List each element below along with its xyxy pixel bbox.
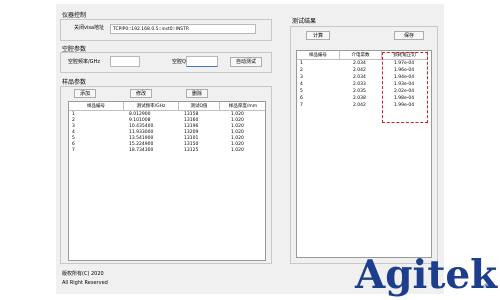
registered-mark: ® [483, 283, 489, 290]
rights-text: All Right Reserved [62, 280, 108, 286]
result-permittivity-cell: 2.042 [353, 103, 366, 108]
instrument-group-title: 仪器控制 [62, 12, 87, 19]
result-permittivity-cell: 2.034 [353, 75, 366, 80]
sample-col-freq: 测试频率/GHz [124, 102, 179, 111]
result-permittivity-cell: 2.033 [353, 82, 366, 87]
close-visa-button[interactable]: 关闭visa地址 [70, 24, 108, 34]
cavity-freq-input[interactable] [110, 56, 140, 67]
result-permittivity-cell: 2.042 [353, 68, 366, 73]
result-permittivity-cell: 2.038 [353, 96, 366, 101]
delete-sample-button[interactable]: 删除 [186, 89, 208, 98]
result-col-id: 样品编号 [297, 51, 340, 60]
cavity-freq-label: 空腔频率/GHz [68, 59, 100, 65]
sample-freq-cell: 18.734300 [129, 148, 154, 153]
loss-tangent-highlight [382, 52, 428, 123]
result-permittivity-cell: 2.035 [353, 89, 366, 94]
result-col-permittivity: 介电常数 [340, 51, 382, 60]
sample-col-thickness: 样品厚度/mm [220, 102, 265, 111]
agitek-logo: Agitek [355, 252, 498, 298]
add-sample-button[interactable]: 添加 [74, 89, 96, 98]
result-id-cell: 6 [300, 96, 303, 101]
table-row[interactable]: 7 18.734300 13125 1.020 [69, 148, 265, 154]
save-button[interactable]: 保存 [394, 31, 424, 40]
auto-test-button[interactable]: 自动测试 [230, 57, 262, 67]
result-permittivity-cell: 2.034 [353, 61, 366, 66]
result-id-cell: 5 [300, 89, 303, 94]
sample-group-title: 样品参数 [62, 79, 87, 86]
visa-address-field[interactable]: TCPIP0::192.168.0.5::inst0::INSTR [110, 24, 256, 34]
result-id-cell: 7 [300, 103, 303, 108]
sample-id-cell: 7 [72, 148, 75, 153]
copyright-text: 版权所有(C) 2020 [62, 271, 104, 277]
sample-thickness-cell: 1.020 [231, 148, 244, 153]
sample-table[interactable]: 样品编号 测试频率/GHz 测试Q值 样品厚度/mm 1 8.012900 13… [68, 101, 266, 261]
cavity-q-input[interactable] [186, 56, 218, 67]
sample-col-q: 测试Q值 [179, 102, 220, 111]
results-group-title: 测试结果 [292, 18, 317, 25]
app-window: 仪器控制 关闭visa地址 TCPIP0::192.168.0.5::inst0… [56, 4, 444, 294]
modify-sample-button[interactable]: 修改 [130, 89, 152, 98]
result-id-cell: 3 [300, 75, 303, 80]
cavity-q-label: 空腔Q [172, 59, 186, 65]
result-id-cell: 4 [300, 82, 303, 87]
calculate-button[interactable]: 计算 [306, 31, 330, 40]
results-table[interactable]: 样品编号 介电常数 损耗角正切 1 2.034 1.97e-04 2 2.042… [296, 50, 432, 258]
sample-q-cell: 13125 [184, 148, 199, 153]
result-id-cell: 1 [300, 61, 303, 66]
sample-col-id: 样品编号 [69, 102, 124, 111]
result-id-cell: 2 [300, 68, 303, 73]
